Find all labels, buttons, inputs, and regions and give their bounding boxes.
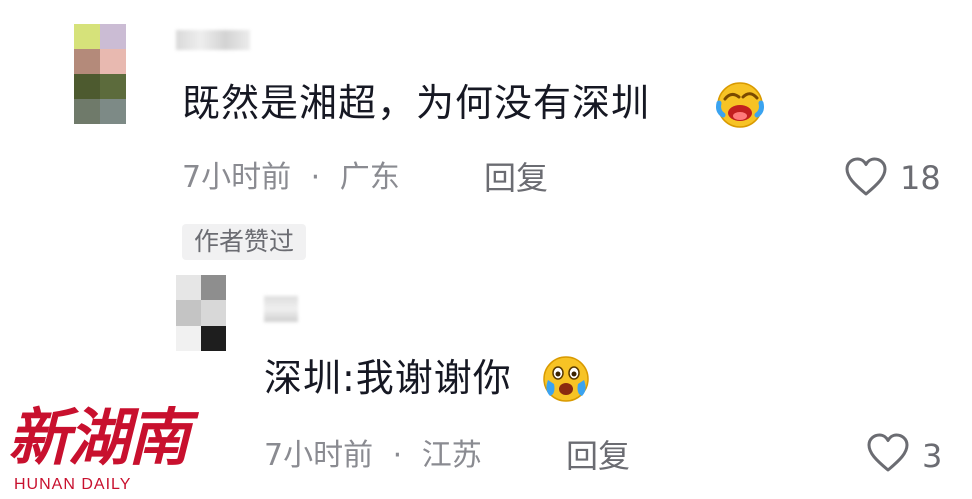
comment-text: 既然是湘超，为何没有深圳 [182,81,651,125]
meta-separator: · [392,438,403,473]
author-liked-badge: 作者赞过 [182,224,307,260]
commenter-username-blurred[interactable] [176,30,250,50]
teary-grinning-face-icon [538,350,594,406]
like-count: 3 [922,437,943,475]
reply-button[interactable]: 回复 [484,158,548,198]
watermark-english: HUNAN DAILY [14,476,132,493]
comment-location: 广东 [339,160,400,195]
reply-location: 江苏 [421,438,482,473]
like-heart-icon[interactable] [844,156,888,198]
reply-meta: 7小时前 · 江苏 [264,436,482,476]
replier-username-blurred[interactable] [264,296,298,322]
reply-time: 7小时前 [264,438,374,473]
replier-avatar[interactable] [176,275,226,351]
watermark-logo: 新湖南 [8,401,190,474]
laughing-crying-face-icon [713,77,767,131]
meta-separator: · [310,160,321,195]
reply-button[interactable]: 回复 [566,436,630,476]
like-heart-icon[interactable] [866,432,910,474]
comment-meta: 7小时前 · 广东 [182,158,400,198]
like-count: 18 [900,159,941,197]
comment-time: 7小时前 [182,160,292,195]
reply-text: 深圳:我谢谢你 [264,356,512,400]
commenter-avatar[interactable] [74,24,126,124]
